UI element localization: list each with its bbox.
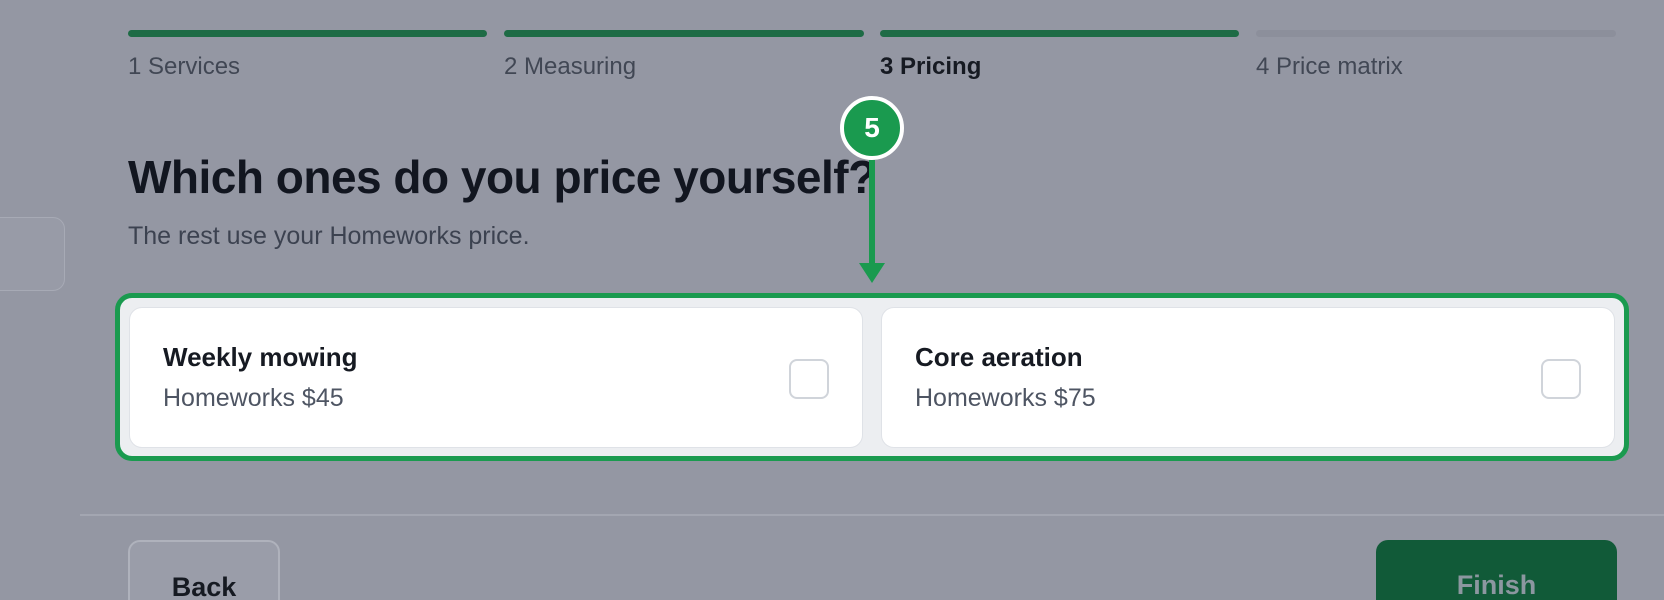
service-card-weekly-mowing[interactable]: Weekly mowing Homeworks $45	[129, 307, 863, 448]
step-bar-measuring	[504, 30, 864, 37]
callout-marker: 5	[840, 96, 904, 160]
callout-arrow-head	[859, 263, 885, 283]
step-bar-price-matrix	[1256, 30, 1616, 37]
step-services[interactable]: 1 Services	[128, 53, 240, 81]
service-name: Weekly mowing	[163, 342, 358, 372]
step-measuring[interactable]: 2 Measuring	[504, 53, 636, 81]
service-checkbox[interactable]	[1541, 359, 1581, 399]
callout-arrow-line	[869, 160, 875, 265]
step-bar-pricing	[880, 30, 1239, 37]
service-name: Core aeration	[915, 342, 1083, 372]
service-card-core-aeration[interactable]: Core aeration Homeworks $75	[881, 307, 1615, 448]
step-pricing[interactable]: 3 Pricing	[880, 53, 981, 81]
footer-divider	[80, 514, 1664, 516]
step-bar-services	[128, 30, 487, 37]
service-checkbox[interactable]	[789, 359, 829, 399]
page-subtitle: The rest use your Homeworks price.	[128, 222, 530, 250]
page-title: Which ones do you price yourself?	[128, 151, 876, 203]
dimmed-page: 1 Services 2 Measuring 3 Pricing 4 Price…	[0, 0, 1664, 600]
sidebar-panel	[0, 217, 65, 291]
service-price: Homeworks $45	[163, 384, 344, 412]
step-price-matrix[interactable]: 4 Price matrix	[1256, 53, 1403, 81]
back-button[interactable]: Back	[128, 540, 280, 600]
finish-button[interactable]: Finish	[1376, 540, 1617, 600]
service-price: Homeworks $75	[915, 384, 1096, 412]
